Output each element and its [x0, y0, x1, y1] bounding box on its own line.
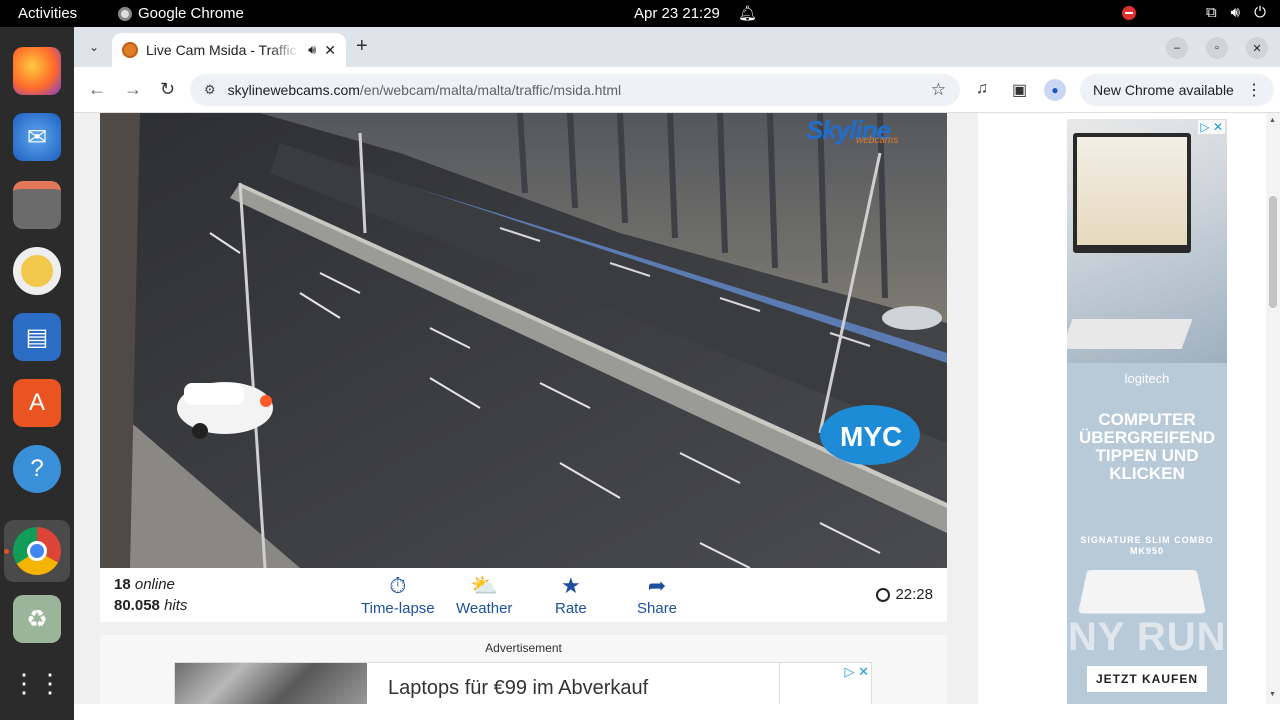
advertisement-label: Advertisement: [485, 641, 562, 655]
system-tray[interactable]: ⧉ 🔊︎ ⏻: [1121, 4, 1266, 21]
power-icon: ⏻: [1254, 4, 1266, 21]
address-bar[interactable]: ⚙ skylinewebcams.com/en/webcam/malta/mal…: [190, 74, 960, 106]
ad-banner-text: Laptops für €99 im Abverkauf: [388, 677, 649, 699]
trash-icon[interactable]: ♻: [13, 595, 61, 643]
bookmark-star-icon[interactable]: ☆: [931, 80, 946, 100]
clock[interactable]: Apr 23 21:29: [634, 5, 720, 22]
page-viewport: MYC Skyline webcams 18 online 80.058 hit…: [74, 113, 1280, 704]
audio-icon[interactable]: 🔊︎: [308, 42, 316, 58]
chrome-icon: [118, 6, 132, 21]
share-button[interactable]: ➦ Share: [637, 572, 677, 617]
network-icon: ⧉: [1205, 4, 1217, 21]
star-icon: ★: [560, 573, 581, 598]
hits-count: 80.058 hits: [114, 597, 188, 614]
minimize-button[interactable]: –: [1166, 37, 1188, 59]
skyline-logo-sub: webcams: [856, 135, 899, 146]
media-controls-icon[interactable]: ♫: [976, 80, 988, 98]
tab-close-icon[interactable]: ✕: [324, 42, 336, 59]
app-menu[interactable]: Google Chrome: [118, 5, 244, 22]
side-panel-icon[interactable]: ▣: [1012, 80, 1027, 100]
site-info-icon[interactable]: ⚙: [204, 82, 216, 98]
bell-icon: 🔔︎: [738, 5, 758, 22]
rhythmbox-icon[interactable]: [13, 247, 61, 295]
chrome-window: ⌄ Live Cam Msida - Traffic 🔊︎ ✕ + – ▫ ✕ …: [74, 27, 1280, 720]
tab-search-button[interactable]: ⌄: [82, 35, 106, 59]
main-column: MYC Skyline webcams 18 online 80.058 hit…: [74, 113, 978, 704]
webcam-info-bar: 18 online 80.058 hits ⏱ Time-lapse ⛅ Wea…: [100, 568, 947, 622]
myc-logo-text: MYC: [840, 421, 902, 452]
ad-banner-image: [175, 663, 367, 704]
ad-banner[interactable]: Laptops für €99 im Abverkauf ▷ ✕: [174, 662, 872, 704]
maximize-button[interactable]: ▫: [1206, 37, 1228, 59]
webcam-frame: MYC: [100, 113, 947, 568]
adchoices-icon[interactable]: ▷ ✕: [1198, 120, 1225, 134]
forward-button[interactable]: →: [124, 79, 142, 100]
vertical-scrollbar[interactable]: ▲ ▼: [1266, 113, 1280, 704]
keyboard-image: [1077, 569, 1207, 614]
chrome-dock-icon[interactable]: [13, 527, 61, 575]
back-button[interactable]: ←: [88, 79, 106, 100]
chrome-update-button[interactable]: New Chrome available ⋮: [1080, 74, 1274, 106]
clock-icon: [876, 587, 891, 602]
tab-active[interactable]: Live Cam Msida - Traffic 🔊︎ ✕: [112, 33, 346, 67]
skyline-favicon: [122, 42, 138, 58]
help-icon[interactable]: ?: [13, 445, 61, 493]
ad-photo: [1067, 119, 1227, 363]
timelapse-button[interactable]: ⏱ Time-lapse: [361, 572, 435, 617]
url-path: /en/webcam/malta/malta/traffic/msida.htm…: [359, 82, 622, 98]
weather-button[interactable]: ⛅ Weather: [456, 572, 512, 617]
record-icon: [1121, 5, 1136, 20]
gnome-top-bar: Activities Google Chrome Apr 23 21:29 🔔︎…: [0, 0, 1280, 27]
ad-cta-button[interactable]: JETZT KAUFEN: [1087, 666, 1207, 692]
app-name: Google Chrome: [138, 5, 244, 22]
weather-icon: ⛅: [470, 573, 498, 598]
adchoices-icon[interactable]: ▷ ✕: [844, 664, 869, 680]
anyrun-watermark: ANY RUN: [1038, 615, 1227, 659]
url-host: skylinewebcams.com: [227, 82, 360, 98]
ad-headline: COMPUTER ÜBERGREIFEND TIPPEN UND KLICKEN: [1078, 410, 1215, 483]
share-icon: ➦: [647, 573, 667, 598]
software-icon[interactable]: A: [13, 379, 61, 427]
ad-brand: logitech: [1124, 371, 1170, 386]
webcam-player[interactable]: MYC Skyline webcams: [100, 113, 947, 568]
reload-button[interactable]: ↻: [160, 79, 175, 100]
files-icon[interactable]: [13, 181, 61, 229]
writer-icon[interactable]: ▤: [13, 313, 61, 361]
profile-avatar[interactable]: ●: [1044, 79, 1066, 101]
online-count: 18 online: [114, 576, 175, 593]
activities-button[interactable]: Activities: [18, 5, 77, 22]
show-apps-icon[interactable]: ⋮⋮: [11, 659, 63, 707]
ad-section: Advertisement Laptops für €99 im Abverka…: [100, 635, 947, 704]
ad-product: SIGNATURE SLIM COMBO MK950: [1080, 535, 1214, 556]
rate-button[interactable]: ★ Rate: [555, 572, 587, 617]
update-label: New Chrome available: [1093, 82, 1234, 98]
browser-toolbar: ← → ↻ ⚙ skylinewebcams.com/en/webcam/mal…: [74, 67, 1280, 113]
tab-strip: ⌄ Live Cam Msida - Traffic 🔊︎ ✕ + – ▫ ✕: [74, 27, 1280, 67]
menu-kebab-icon[interactable]: ⋮: [1246, 80, 1262, 100]
firefox-icon[interactable]: [13, 47, 61, 95]
dock: ✉ ▤ A ? ♻ ⋮⋮: [0, 27, 74, 720]
close-window-button[interactable]: ✕: [1246, 37, 1268, 59]
tab-title: Live Cam Msida - Traffic: [146, 42, 297, 58]
timelapse-icon: ⏱: [389, 573, 407, 598]
new-tab-button[interactable]: +: [356, 35, 368, 58]
local-time: 22:28: [876, 586, 933, 603]
thunderbird-icon[interactable]: ✉: [13, 113, 61, 161]
volume-icon: 🔊︎: [1230, 4, 1241, 21]
